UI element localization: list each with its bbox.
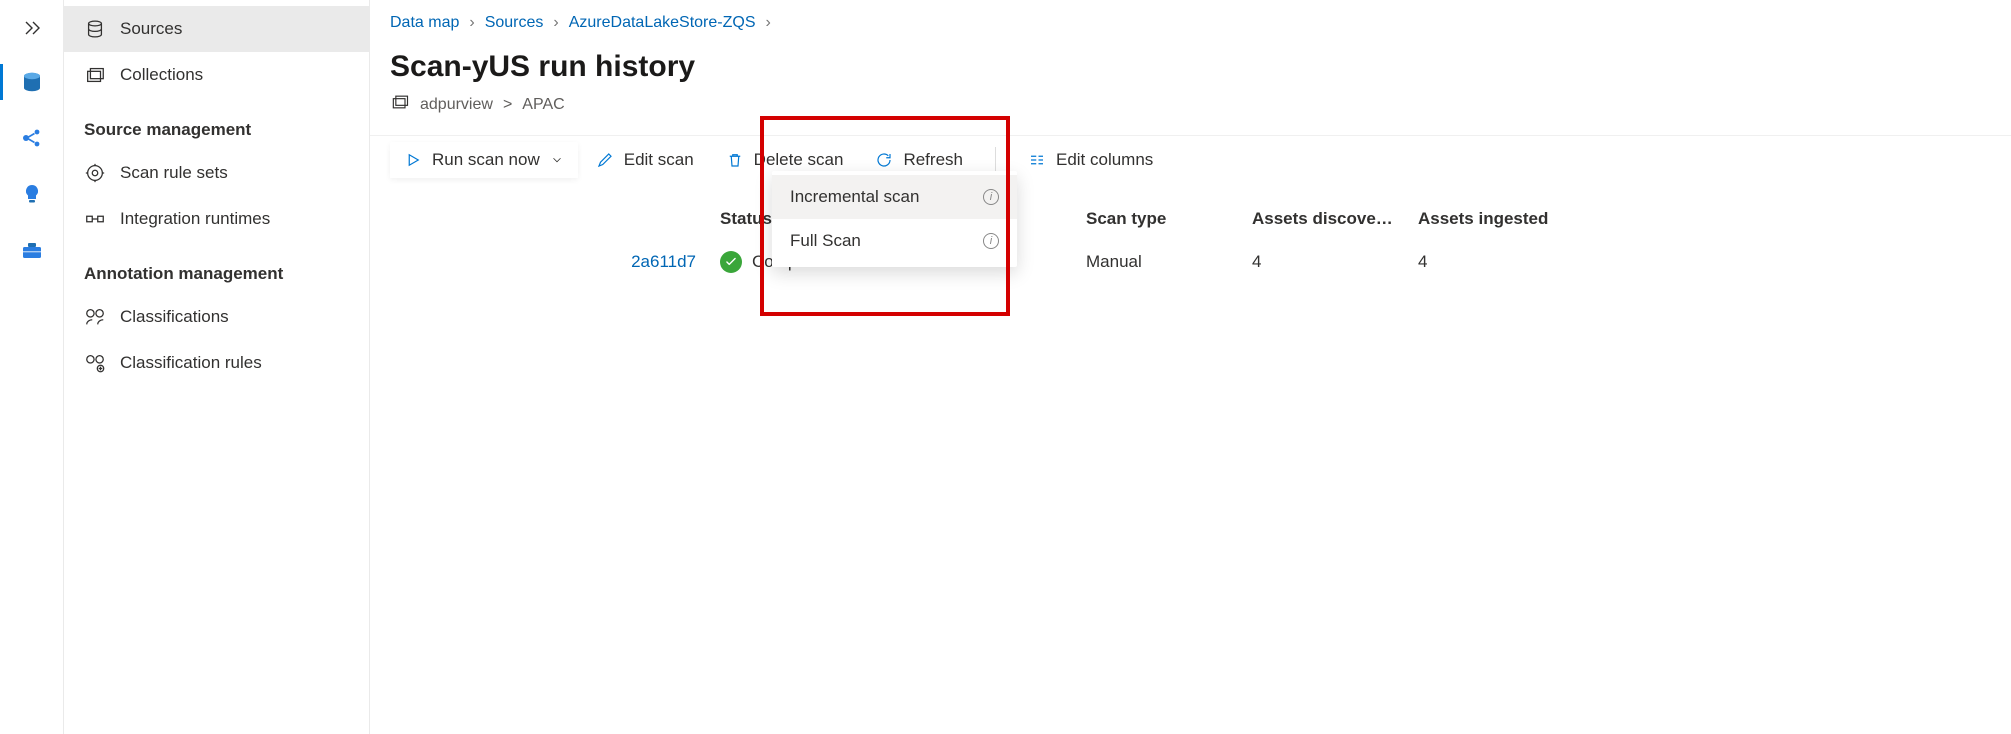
run-scan-dropdown: Incremental scan i Full Scan i xyxy=(772,171,1017,267)
play-icon xyxy=(404,151,422,169)
trash-icon xyxy=(726,151,744,169)
target-icon xyxy=(84,162,106,184)
edit-scan-button[interactable]: Edit scan xyxy=(582,142,708,178)
sidebar-item-label: Scan rule sets xyxy=(120,163,228,183)
breadcrumb-source-name[interactable]: AzureDataLakeStore-ZQS xyxy=(569,14,756,32)
check-circle-icon xyxy=(720,251,742,273)
run-scan-label: Run scan now xyxy=(432,150,540,170)
sidebar-group-annotation-management: Annotation management xyxy=(64,242,369,294)
lightbulb-icon xyxy=(20,182,44,206)
dropdown-item-label: Full Scan xyxy=(790,231,861,251)
rail-management[interactable] xyxy=(8,226,56,274)
collection-root: adpurview xyxy=(420,96,493,114)
dropdown-item-label: Incremental scan xyxy=(790,187,919,207)
collections-icon xyxy=(84,64,106,86)
rail-data-map[interactable] xyxy=(8,58,56,106)
expand-rail-button[interactable] xyxy=(8,10,56,46)
sidebar-item-sources[interactable]: Sources xyxy=(64,6,369,52)
columns-icon xyxy=(1028,151,1046,169)
chevron-right-icon: > xyxy=(503,96,512,114)
rail-search[interactable] xyxy=(8,114,56,162)
sidebar-item-integration-runtimes[interactable]: Integration runtimes xyxy=(64,196,369,242)
edit-scan-label: Edit scan xyxy=(624,150,694,170)
assets-discovered-text: 4 xyxy=(1252,252,1261,272)
sidebar-item-classification-rules[interactable]: Classification rules xyxy=(64,340,369,386)
dropdown-item-incremental-scan[interactable]: Incremental scan i xyxy=(772,175,1017,219)
chevron-double-right-icon xyxy=(20,16,44,40)
col-assets-ingested[interactable]: Assets ingested xyxy=(1418,209,1584,229)
main-area: Data map › Sources › AzureDataLakeStore-… xyxy=(370,0,2011,734)
scan-type-text: Manual xyxy=(1086,252,1142,272)
sidebar-item-classifications[interactable]: Classifications xyxy=(64,294,369,340)
chevron-right-icon: › xyxy=(553,14,558,32)
run-history-table: Status i Run type Scan type Assets disco… xyxy=(370,183,2011,301)
sidebar: Sources Collections Source management Sc… xyxy=(64,0,370,734)
refresh-icon xyxy=(875,151,893,169)
sidebar-item-collections[interactable]: Collections xyxy=(64,52,369,98)
chevron-down-icon xyxy=(550,153,564,167)
edit-columns-label: Edit columns xyxy=(1056,150,1153,170)
toolbox-icon xyxy=(20,238,44,262)
info-icon[interactable]: i xyxy=(983,233,999,249)
toolbar: Run scan now Edit scan Delete scan Refre… xyxy=(370,135,2011,183)
rail-insights[interactable] xyxy=(8,170,56,218)
toolbar-divider xyxy=(995,147,996,173)
run-scan-now-button[interactable]: Run scan now xyxy=(390,142,578,178)
database-outline-icon xyxy=(84,18,106,40)
refresh-label: Refresh xyxy=(903,150,963,170)
chevron-right-icon: › xyxy=(469,14,474,32)
collection-leaf: APAC xyxy=(522,96,564,114)
sidebar-item-scan-rule-sets[interactable]: Scan rule sets xyxy=(64,150,369,196)
classification-rules-icon xyxy=(84,352,106,374)
classifications-icon xyxy=(84,306,106,328)
icon-rail xyxy=(0,0,64,734)
col-assets-discovered[interactable]: Assets discove… xyxy=(1252,209,1418,229)
info-icon[interactable]: i xyxy=(983,189,999,205)
sidebar-item-label: Collections xyxy=(120,65,203,85)
page-title: Scan-yUS run history xyxy=(390,50,1991,84)
integration-icon xyxy=(84,208,106,230)
sidebar-item-label: Integration runtimes xyxy=(120,209,270,229)
delete-scan-label: Delete scan xyxy=(754,150,844,170)
breadcrumb-data-map[interactable]: Data map xyxy=(390,14,459,32)
pencil-icon xyxy=(596,151,614,169)
table-header-row: Status i Run type Scan type Assets disco… xyxy=(390,199,1991,239)
assets-ingested-text: 4 xyxy=(1418,252,1427,272)
dropdown-item-full-scan[interactable]: Full Scan i xyxy=(772,219,1017,263)
collections-icon xyxy=(390,92,410,117)
sidebar-item-label: Classification rules xyxy=(120,353,262,373)
database-icon xyxy=(20,70,44,94)
breadcrumb-sources[interactable]: Sources xyxy=(485,14,544,32)
chevron-right-icon: › xyxy=(765,14,770,32)
breadcrumb: Data map › Sources › AzureDataLakeStore-… xyxy=(370,0,2011,42)
sidebar-item-label: Classifications xyxy=(120,307,229,327)
table-row[interactable]: 2a611d7 Completed Full scan Manual 4 4 xyxy=(390,239,1991,285)
run-id-link[interactable]: 2a611d7 xyxy=(631,252,696,272)
nodes-icon xyxy=(20,126,44,150)
collection-path: adpurview > APAC xyxy=(390,84,1991,135)
edit-columns-button[interactable]: Edit columns xyxy=(1014,142,1167,178)
sidebar-item-label: Sources xyxy=(120,19,182,39)
col-scan-type[interactable]: Scan type xyxy=(1086,209,1252,229)
sidebar-group-source-management: Source management xyxy=(64,98,369,150)
